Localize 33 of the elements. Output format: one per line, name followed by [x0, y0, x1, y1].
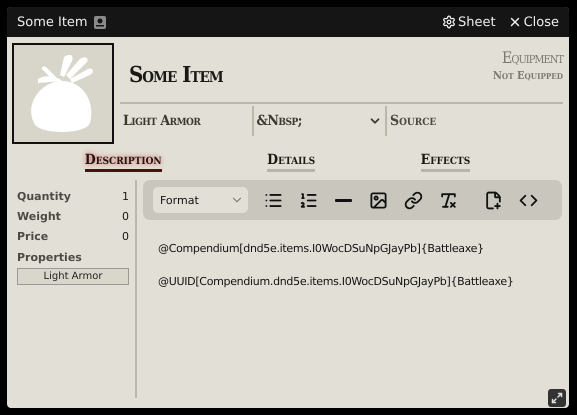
tab[interactable]: Details	[267, 152, 316, 172]
content-paragraph: @UUID[Compendium.dnd5e.items.I0WocDSuNpGJayPb]{Battleaxe}	[158, 275, 515, 288]
subtype-label: Light Armor	[122, 112, 202, 131]
properties-label: Properties	[17, 251, 83, 264]
tab[interactable]: Effects	[420, 152, 470, 172]
clear-formatting-button[interactable]	[439, 190, 458, 210]
property-tag: Light Armor	[17, 268, 129, 285]
sheet-button[interactable]: Sheet	[442, 14, 496, 30]
stat-value: 0	[122, 210, 129, 222]
format-select[interactable]: Format	[153, 187, 248, 213]
resize-handle[interactable]	[548, 389, 566, 407]
gear-icon	[442, 15, 456, 29]
stat-label: Quantity	[17, 190, 71, 202]
image-button[interactable]	[369, 190, 388, 210]
stat-value: 0	[122, 230, 129, 242]
dash-icon	[335, 198, 352, 202]
source-field[interactable]: Source	[390, 113, 560, 129]
tab[interactable]: Description	[84, 152, 162, 172]
window-title: Some Item	[17, 14, 88, 30]
close-button[interactable]: Close	[508, 14, 559, 30]
stat-value: 1	[122, 190, 129, 202]
stat-label: Price	[17, 230, 48, 242]
document-plus-button[interactable]	[484, 190, 503, 210]
numbered-list-button[interactable]	[299, 190, 318, 210]
content-paragraph: @Compendium[dnd5e.items.I0WocDSuNpGJayPb]{Battleaxe}	[158, 242, 485, 255]
item-name[interactable]: Some Item	[129, 62, 223, 88]
stat-label: Weight	[17, 210, 61, 222]
equipped-status: Not Equipped	[492, 69, 563, 82]
id-badge-icon	[94, 16, 106, 28]
item-type: Equipment	[502, 48, 563, 67]
select-field[interactable]: &Nbsp;	[252, 106, 385, 136]
item-image[interactable]	[12, 43, 114, 144]
link-button[interactable]	[404, 190, 423, 210]
